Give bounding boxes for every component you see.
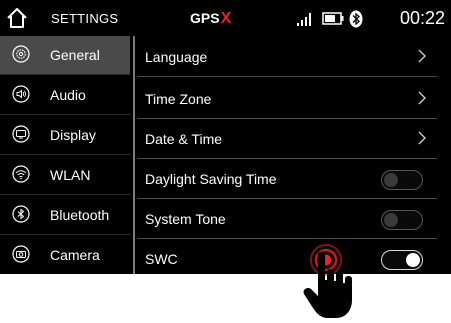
speaker-icon (12, 85, 30, 103)
sidebar-item-label: Camera (50, 247, 100, 263)
setting-label: Date & Time (145, 131, 223, 147)
sidebar-divider (133, 36, 135, 274)
sidebar-item-bluetooth[interactable]: Bluetooth (0, 196, 130, 235)
camera-icon (12, 245, 30, 263)
settings-screen: SETTINGS GPSX 00:22 General Audio Displa… (0, 0, 451, 274)
daylight-saving-toggle[interactable] (381, 170, 423, 190)
sidebar-item-display[interactable]: Display (0, 116, 130, 155)
battery-icon (322, 12, 344, 25)
settings-list: Language Time Zone Date & Time Daylight … (137, 36, 437, 274)
sidebar-item-label: Display (50, 127, 96, 143)
monitor-icon (12, 125, 30, 143)
setting-row-daylight-saving: Daylight Saving Time (137, 158, 437, 199)
gps-status: GPSX (190, 10, 231, 28)
sidebar-item-wlan[interactable]: WLAN (0, 156, 130, 195)
bluetooth-icon (12, 205, 30, 223)
status-bar: SETTINGS GPSX 00:22 (0, 0, 451, 34)
toggle-knob (384, 173, 398, 187)
sidebar-item-camera[interactable]: Camera (0, 236, 130, 274)
chevron-right-icon (418, 131, 426, 145)
gear-icon (12, 45, 30, 63)
signal-icon (297, 13, 311, 26)
wifi-icon (12, 165, 30, 183)
setting-row-system-tone: System Tone (137, 198, 437, 239)
swc-toggle[interactable] (381, 250, 423, 270)
sidebar-item-label: Bluetooth (50, 207, 110, 223)
system-tone-toggle[interactable] (381, 210, 423, 230)
gps-label: GPS (190, 10, 220, 26)
home-icon[interactable] (6, 7, 28, 29)
setting-label: Daylight Saving Time (145, 171, 277, 187)
bluetooth-icon (349, 10, 363, 28)
setting-row-language[interactable]: Language (137, 36, 437, 77)
setting-label: Language (145, 49, 208, 65)
chevron-right-icon (418, 49, 426, 63)
sidebar-item-label: WLAN (50, 167, 91, 183)
sidebar-item-general[interactable]: General (0, 36, 130, 75)
setting-label: System Tone (145, 211, 226, 227)
setting-row-swc: SWC (137, 238, 437, 274)
sidebar-item-label: Audio (50, 87, 86, 103)
page-title: SETTINGS (51, 11, 119, 26)
settings-sidebar: General Audio Display WLAN Bluetooth Cam… (0, 36, 130, 274)
gps-off-indicator: X (220, 10, 232, 27)
toggle-knob (406, 253, 420, 267)
sidebar-item-audio[interactable]: Audio (0, 76, 130, 115)
clock: 00:22 (399, 8, 445, 28)
sidebar-item-label: General (50, 47, 100, 63)
chevron-right-icon (418, 91, 426, 105)
setting-row-time-zone[interactable]: Time Zone (137, 78, 437, 119)
setting-label: SWC (145, 251, 178, 267)
pointing-hand-icon (303, 251, 352, 318)
toggle-knob (384, 213, 398, 227)
setting-row-date-time[interactable]: Date & Time (137, 118, 437, 159)
setting-label: Time Zone (145, 91, 212, 107)
